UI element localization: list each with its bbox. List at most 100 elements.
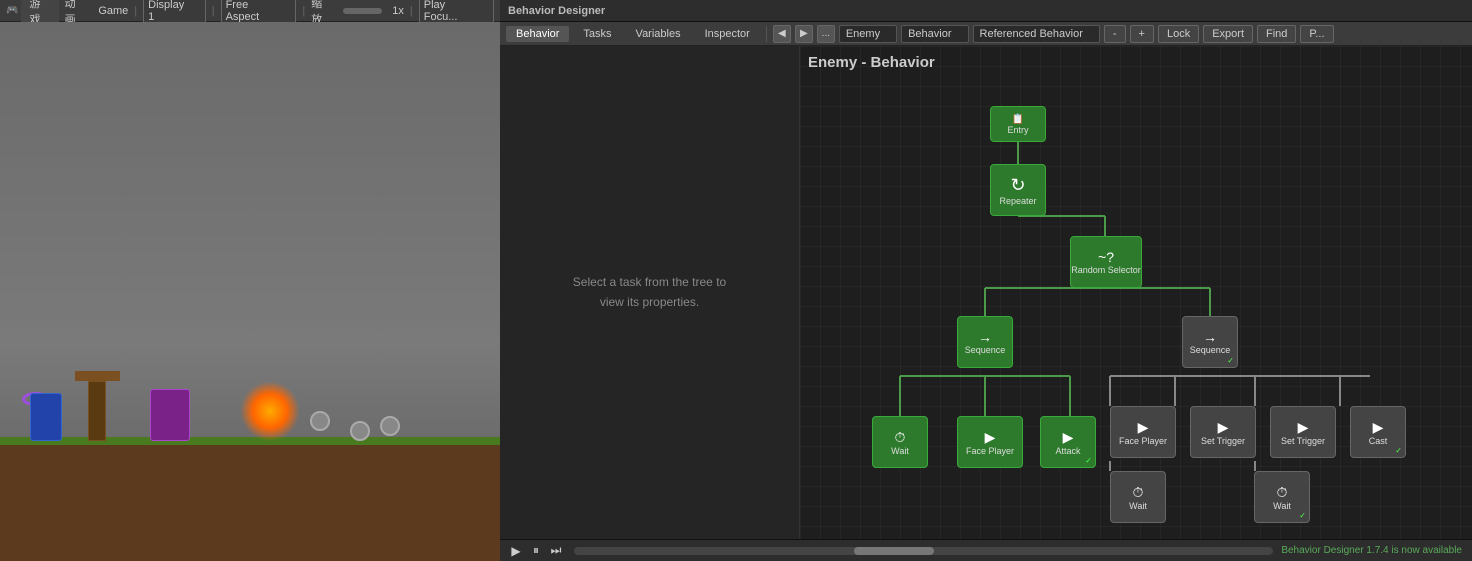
face-player-right-label: Face Player: [1119, 436, 1167, 446]
wait-2-label: Wait: [1129, 501, 1147, 511]
play-btn[interactable]: ▶: [506, 543, 526, 559]
referenced-dropdown[interactable]: Referenced Behavior: [973, 25, 1100, 43]
inspector-panel: Select a task from the tree to view its …: [500, 46, 800, 539]
node-wait-3[interactable]: ⏱ Wait ✓: [1254, 471, 1310, 523]
wait-left-icon: ⏱: [895, 429, 906, 446]
seq-right-icon: →: [1203, 329, 1217, 345]
bd-title: Behavior Designer: [508, 5, 605, 17]
toolbar-separator2: |: [212, 5, 215, 17]
node-sequence-left[interactable]: → Sequence: [957, 316, 1013, 368]
set-trigger-right-icon: ▶: [1298, 419, 1309, 436]
ellipsis-btn[interactable]: ...: [817, 25, 835, 43]
node-entry[interactable]: 📋 Entry: [990, 106, 1046, 142]
game-viewport: [0, 22, 500, 561]
entity-dropdown[interactable]: Enemy: [839, 25, 897, 43]
toolbar-separator3: |: [302, 5, 305, 17]
node-wait-left[interactable]: ⏱ Wait: [872, 416, 928, 468]
node-set-trigger-right[interactable]: ▶ Set Trigger: [1270, 406, 1336, 458]
set-trigger-right-label: Set Trigger: [1281, 436, 1325, 446]
repeater-icon: ↻: [1010, 175, 1025, 196]
face-player-right-icon: ▶: [1138, 419, 1149, 436]
node-repeater[interactable]: ↻ Repeater: [990, 164, 1046, 216]
node-face-player-right[interactable]: ▶ Face Player: [1110, 406, 1176, 458]
check-seq-right: ✓: [1227, 356, 1234, 365]
lock-btn[interactable]: Lock: [1158, 25, 1199, 43]
scrollbar-track[interactable]: [574, 547, 1273, 555]
minus-btn[interactable]: -: [1104, 25, 1126, 43]
tree-trunk: [88, 381, 106, 441]
cast-icon: ▶: [1373, 419, 1384, 436]
attack-label: Attack: [1055, 446, 1080, 456]
tab-variables[interactable]: Variables: [626, 26, 691, 42]
find-btn[interactable]: Find: [1257, 25, 1296, 43]
wood-platform: [75, 371, 120, 381]
repeater-label: Repeater: [999, 196, 1036, 206]
wait-3-label: Wait: [1273, 501, 1291, 511]
node-random-selector[interactable]: ~? Random Selector: [1070, 236, 1142, 288]
toolbar-separator1: |: [134, 5, 137, 17]
p-btn[interactable]: P...: [1300, 25, 1333, 43]
spiky-ball-2: [350, 421, 370, 441]
game-toolbar: 🎮 游戏 动画 Game | Display 1 | Free Aspect |…: [0, 0, 500, 22]
scrollbar-thumb[interactable]: [854, 547, 934, 555]
play-focus-btn[interactable]: Play Focu...: [419, 0, 494, 25]
inspector-hint: Select a task from the tree to view its …: [573, 273, 726, 311]
node-set-trigger-left[interactable]: ▶ Set Trigger: [1190, 406, 1256, 458]
toolbar-separator4: |: [410, 5, 413, 17]
seq-left-label: Sequence: [965, 345, 1006, 355]
zoom-slider[interactable]: [343, 8, 382, 14]
canvas-title: Enemy - Behavior: [808, 54, 935, 71]
behavior-dropdown[interactable]: Behavior: [901, 25, 968, 43]
wait-3-icon: ⏱: [1277, 484, 1288, 501]
seq-left-icon: →: [978, 329, 992, 345]
entry-label: Entry: [1007, 125, 1028, 135]
canvas-area[interactable]: Enemy - Behavior: [800, 46, 1472, 539]
ground: [0, 441, 500, 561]
nav-forward-btn[interactable]: ▶: [795, 25, 813, 43]
tab-tasks[interactable]: Tasks: [573, 26, 621, 42]
set-trigger-left-icon: ▶: [1218, 419, 1229, 436]
zoom-value: 1x: [392, 5, 404, 17]
plus-btn[interactable]: +: [1130, 25, 1154, 43]
node-face-player-left[interactable]: ▶ Face Player: [957, 416, 1023, 468]
aspect-dropdown[interactable]: Free Aspect: [221, 0, 297, 25]
spiky-ball-3: [380, 416, 400, 436]
bd-bottombar: ▶ ⏸ ⏭ Behavior Designer 1.7.4 is now ava…: [500, 539, 1472, 561]
step-btn[interactable]: ⏭: [546, 543, 566, 559]
node-cast[interactable]: ▶ Cast ✓: [1350, 406, 1406, 458]
bd-main: Select a task from the tree to view its …: [500, 46, 1472, 539]
attack-icon: ▶: [1063, 429, 1074, 446]
node-attack[interactable]: ▶ Attack ✓: [1040, 416, 1096, 468]
nav-back-btn[interactable]: ◀: [773, 25, 791, 43]
face-player-left-label: Face Player: [966, 446, 1014, 456]
check-wait3: ✓: [1299, 511, 1306, 520]
node-sequence-right[interactable]: → Sequence ✓: [1182, 316, 1238, 368]
pause-btn[interactable]: ⏸: [526, 543, 546, 559]
tab-behavior[interactable]: Behavior: [506, 26, 569, 42]
check-cast: ✓: [1395, 446, 1402, 455]
toolbar-separator: [766, 26, 767, 42]
spiky-ball-1: [310, 411, 330, 431]
wait-2-icon: ⏱: [1133, 484, 1144, 501]
bd-toolbar: Behavior Tasks Variables Inspector ◀ ▶ .…: [500, 22, 1472, 46]
node-wait-2[interactable]: ⏱ Wait: [1110, 471, 1166, 523]
entry-icon: 📋: [1012, 114, 1024, 125]
export-btn[interactable]: Export: [1203, 25, 1253, 43]
status-text: Behavior Designer 1.7.4 is now available: [1281, 545, 1466, 556]
tab-inspector[interactable]: Inspector: [695, 26, 760, 42]
wait-left-label: Wait: [891, 446, 909, 456]
game-label: Game: [98, 5, 128, 17]
random-label: Random Selector: [1071, 265, 1141, 275]
hero-character: [30, 393, 62, 441]
ground-top: [0, 437, 500, 445]
display-dropdown[interactable]: Display 1: [143, 0, 206, 25]
bd-titlebar: Behavior Designer: [500, 0, 1472, 22]
seq-right-label: Sequence: [1190, 345, 1231, 355]
game-tab-icon: 🎮: [6, 5, 18, 16]
random-icon: ~?: [1098, 249, 1114, 265]
game-panel: 🎮 游戏 动画 Game | Display 1 | Free Aspect |…: [0, 0, 500, 561]
bd-panel: Behavior Designer Behavior Tasks Variabl…: [500, 0, 1472, 561]
set-trigger-left-label: Set Trigger: [1201, 436, 1245, 446]
cast-label: Cast: [1369, 436, 1388, 446]
check-attack: ✓: [1085, 456, 1092, 465]
